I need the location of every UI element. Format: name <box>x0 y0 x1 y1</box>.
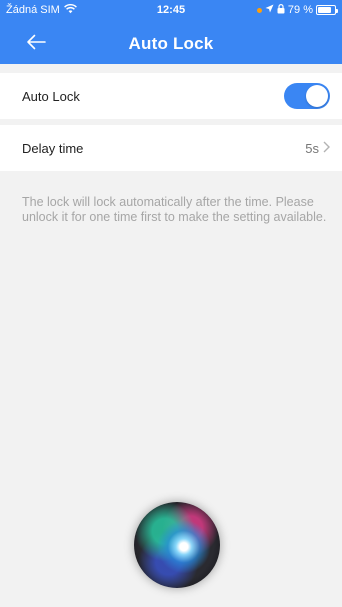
status-left: Žádná SIM <box>6 3 77 17</box>
battery-percent: 79 % <box>287 4 313 16</box>
page-title: Auto Lock <box>128 34 214 53</box>
battery-fill <box>318 7 331 13</box>
auto-lock-hint: The lock will lock automatically after t… <box>22 195 327 224</box>
back-arrow-icon <box>26 34 46 55</box>
location-icon <box>265 4 274 16</box>
auto-lock-toggle[interactable] <box>284 83 330 109</box>
delay-time-value: 5s <box>305 140 319 156</box>
siri-icon[interactable] <box>134 502 220 588</box>
delay-time-selector[interactable]: 5s <box>305 141 330 156</box>
delay-time-label: Delay time <box>22 140 84 156</box>
app-header: Žádná SIM 12:45 79 % Auto Lock <box>0 0 342 64</box>
lock-rotation-icon <box>277 3 285 17</box>
wifi-icon <box>63 3 77 17</box>
status-right: 79 % <box>256 3 338 17</box>
toggle-knob <box>306 85 328 107</box>
back-button[interactable] <box>22 32 50 56</box>
orange-dot-indicator <box>256 7 262 13</box>
chevron-right-icon <box>323 141 330 156</box>
carrier-label: Žádná SIM <box>6 4 60 16</box>
delay-time-row[interactable]: Delay time 5s <box>0 125 342 171</box>
nav-bar: Auto Lock <box>0 24 342 64</box>
auto-lock-label: Auto Lock <box>22 88 80 104</box>
battery-icon <box>316 5 338 15</box>
auto-lock-row: Auto Lock <box>0 73 342 119</box>
status-bar: Žádná SIM 12:45 79 % <box>0 0 342 20</box>
